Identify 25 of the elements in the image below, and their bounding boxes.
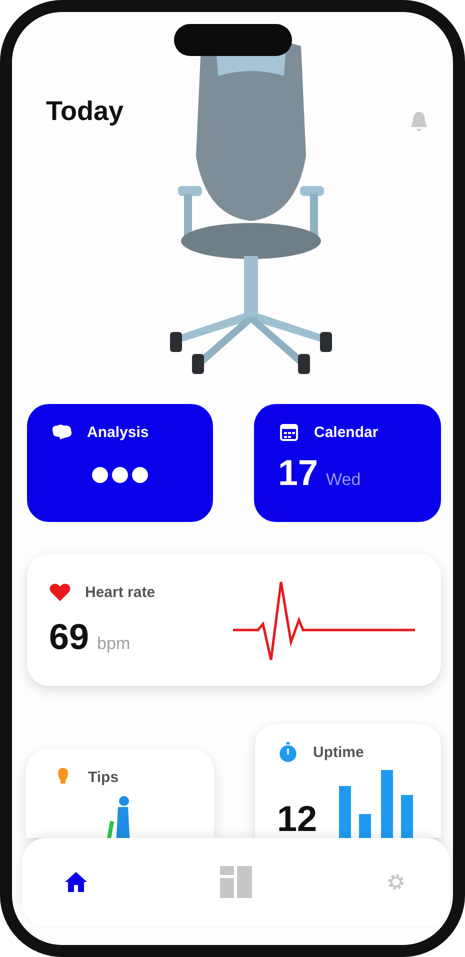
weekday-label: Wed: [326, 470, 361, 490]
home-icon: [64, 871, 88, 893]
brain-icon: [51, 422, 73, 442]
card-title: Calendar: [314, 424, 378, 440]
uptime-value: 12: [277, 798, 318, 838]
card-title: Analysis: [87, 424, 149, 440]
stopwatch-icon: [277, 742, 299, 762]
heart-rate-value: 69: [49, 616, 90, 658]
analysis-card[interactable]: Analysis: [27, 404, 213, 522]
unit-label: bpm: [97, 634, 130, 654]
calendar-icon: [278, 422, 300, 442]
heart-rate-card[interactable]: Heart rate 69 bpm: [27, 554, 441, 686]
tips-card[interactable]: Tips: [26, 749, 214, 838]
bell-icon[interactable]: [408, 111, 429, 133]
loading-dots-icon: [91, 466, 149, 484]
calendar-card[interactable]: Calendar 17 Wed: [254, 404, 441, 522]
heartbeat-line-icon: [233, 580, 415, 660]
card-title: Heart rate: [85, 584, 156, 600]
card-title: Tips: [88, 768, 119, 786]
dashboard-icon: [220, 866, 252, 898]
heart-icon: [49, 582, 71, 602]
day-number: 17: [278, 452, 318, 494]
card-title: Uptime: [313, 744, 364, 760]
page-title: Today: [46, 96, 124, 127]
uptime-card[interactable]: Uptime 12: [255, 724, 441, 838]
